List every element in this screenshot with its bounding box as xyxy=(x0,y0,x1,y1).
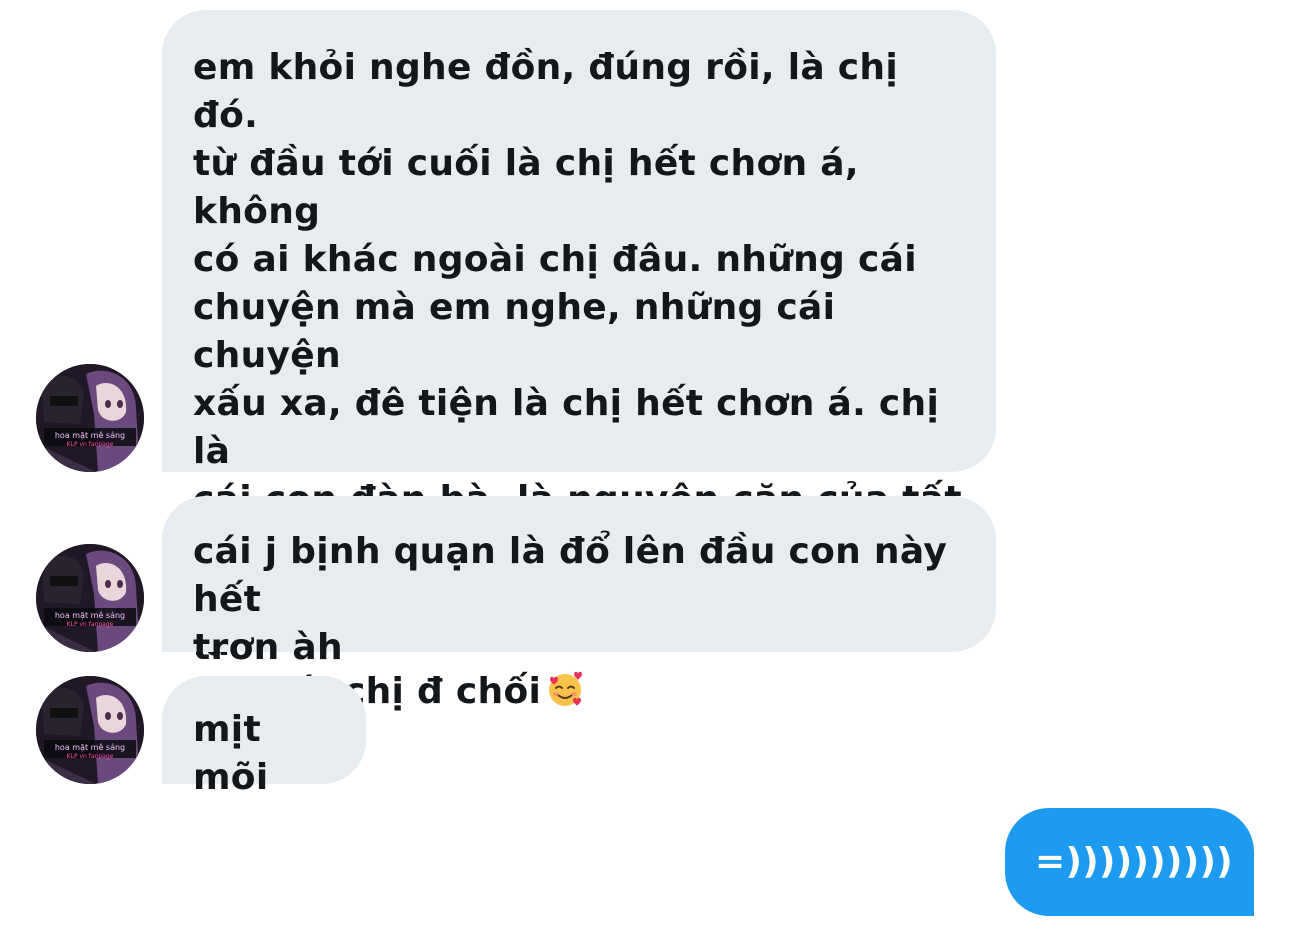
sender-avatar[interactable]: hoa mặt mê sảng KLP vn fanpage xyxy=(36,676,144,784)
message-text: =)))))))))) xyxy=(1035,841,1233,882)
message-bubble-outgoing[interactable]: =)))))))))) xyxy=(1005,808,1254,916)
anime-girl-avatar-icon: hoa mặt mê sảng KLP vn fanpage xyxy=(36,676,144,784)
smiling-face-with-hearts-icon xyxy=(549,671,583,706)
svg-text:hoa mặt mê sảng: hoa mặt mê sảng xyxy=(55,430,125,441)
svg-text:hoa mặt mê sảng: hoa mặt mê sảng xyxy=(55,610,125,621)
message-text: cái j bịnh quạn là đổ lên đầu con này hế… xyxy=(193,531,948,668)
sender-avatar[interactable]: hoa mặt mê sảng KLP vn fanpage xyxy=(36,364,144,472)
svg-text:KLP vn fanpage: KLP vn fanpage xyxy=(67,441,114,448)
svg-text:KLP vn fanpage: KLP vn fanpage xyxy=(67,621,114,628)
message-bubble-incoming[interactable]: em khỏi nghe đồn, đúng rồi, là chị đó. t… xyxy=(162,10,996,712)
message-text: mịt mõi xyxy=(193,709,269,798)
message-bubble-incoming[interactable]: mịt mõi xyxy=(162,676,366,798)
chat-thread: em khỏi nghe đồn, đúng rồi, là chị đó. t… xyxy=(0,0,1290,933)
message-bubble-incoming[interactable]: cái j bịnh quạn là đổ lên đầu con này hế… xyxy=(162,496,996,668)
anime-girl-avatar-icon: hoa mặt mê sảng KLP vn fanpage xyxy=(36,544,144,652)
anime-girl-avatar-icon: hoa mặt mê sảng KLP vn fanpage xyxy=(36,364,144,472)
svg-text:hoa mặt mê sảng: hoa mặt mê sảng xyxy=(55,742,125,753)
svg-text:KLP vn fanpage: KLP vn fanpage xyxy=(67,753,114,760)
sender-avatar[interactable]: hoa mặt mê sảng KLP vn fanpage xyxy=(36,544,144,652)
